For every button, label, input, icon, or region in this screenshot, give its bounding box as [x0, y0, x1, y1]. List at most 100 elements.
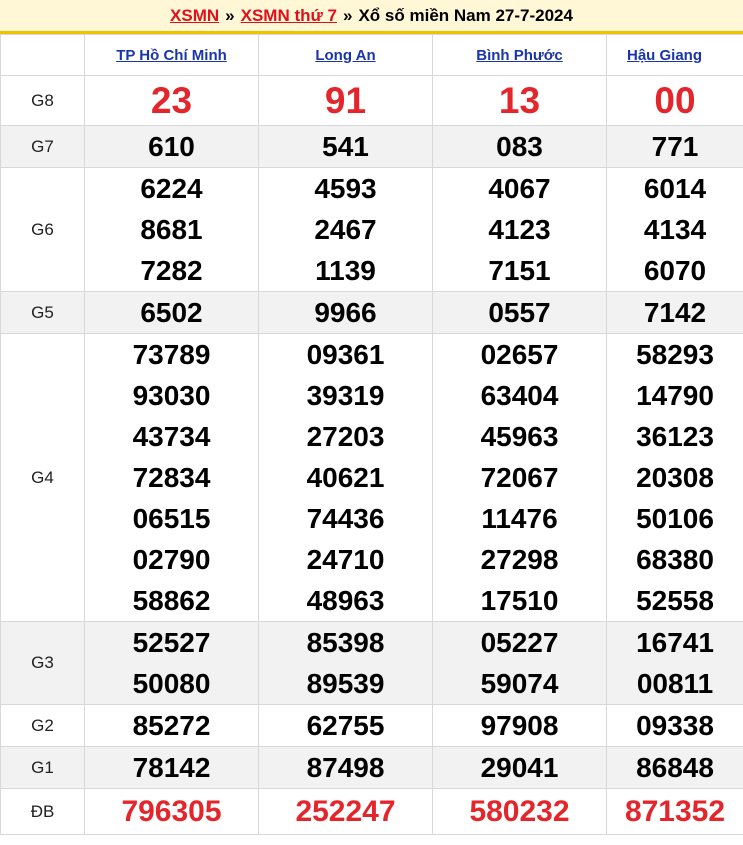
prize-label: G5: [0, 291, 85, 334]
result-number: 2467: [314, 214, 377, 245]
result-number: 68380: [636, 544, 714, 575]
result-number: 27203: [306, 421, 385, 452]
prize-label: G4: [0, 333, 85, 622]
result-number: 8681: [140, 214, 203, 245]
result-number: 36123: [636, 421, 714, 452]
result-number: 62755: [306, 710, 385, 741]
result-number: 14790: [636, 380, 714, 411]
result-cell: 85398 89539: [258, 621, 433, 705]
breadcrumb-separator: »: [225, 5, 235, 25]
prize-label: G7: [0, 125, 85, 168]
result-cell: 09361 39319 27203 40621 74436 24710 48963: [258, 333, 433, 622]
result-cell: 083: [432, 125, 607, 168]
result-number: 27298: [480, 544, 559, 575]
province-link[interactable]: Bình Phước: [476, 47, 563, 64]
prize-row-g1: G1 78142 87498 29041 86848: [0, 746, 743, 789]
result-number: 72834: [132, 462, 211, 493]
result-cell: 252247: [258, 788, 433, 835]
result-number: 0557: [488, 297, 551, 328]
result-number: 97908: [480, 710, 559, 741]
result-cell: 29041: [432, 746, 607, 789]
prize-label: ĐB: [0, 788, 85, 835]
result-number: 541: [322, 131, 369, 162]
xsmn-link[interactable]: XSMN: [170, 6, 219, 26]
result-number: 05227: [480, 627, 559, 658]
result-number: 610: [148, 131, 195, 162]
result-cell: 7142: [606, 291, 743, 334]
page-title: Xổ số miền Nam 27-7-2024: [358, 5, 573, 25]
province-link[interactable]: TP Hồ Chí Minh: [116, 47, 227, 64]
result-cell: 87498: [258, 746, 433, 789]
xsmn-thu7-link[interactable]: XSMN thứ 7: [241, 6, 337, 26]
result-number: 45963: [480, 421, 559, 452]
result-cell: 91: [258, 75, 433, 126]
result-number: 580232: [469, 795, 570, 828]
result-number: 93030: [132, 380, 211, 411]
result-number: 91: [324, 80, 367, 121]
result-cell: 6502: [84, 291, 259, 334]
result-number: 6224: [140, 173, 203, 204]
prize-row-g2: G2 85272 62755 97908 09338: [0, 704, 743, 747]
province-header: Hậu Giang: [606, 34, 743, 76]
prize-row-đb: ĐB 796305 252247 580232 871352: [0, 788, 743, 835]
result-number: 87498: [306, 752, 385, 783]
result-number: 871352: [624, 795, 726, 828]
result-number: 50106: [636, 503, 714, 534]
prize-label: G3: [0, 621, 85, 705]
result-number: 6014: [643, 173, 707, 204]
province-header: Bình Phước: [432, 34, 607, 76]
province-header-row: TP Hồ Chí Minh Long An Bình Phước Hậu Gi…: [0, 34, 743, 76]
result-number: 52527: [132, 627, 211, 658]
result-cell: 73789 93030 43734 72834 06515 02790 58862: [84, 333, 259, 622]
corner-cell: [0, 34, 85, 76]
result-number: 52558: [636, 585, 714, 616]
result-number: 02657: [480, 339, 559, 370]
results-table: TP Hồ Chí Minh Long An Bình Phước Hậu Gi…: [0, 34, 743, 835]
result-number: 17510: [480, 585, 559, 616]
result-cell: 23: [84, 75, 259, 126]
result-number: 4067: [488, 173, 551, 204]
result-number: 06515: [132, 503, 211, 534]
result-cell: 610: [84, 125, 259, 168]
result-number: 78142: [132, 752, 211, 783]
result-number: 7282: [140, 255, 203, 286]
prize-row-g5: G5 6502 9966 0557 7142: [0, 291, 743, 334]
result-number: 85398: [306, 627, 385, 658]
result-number: 43734: [132, 421, 211, 452]
result-number: 4123: [488, 214, 551, 245]
result-number: 7142: [643, 297, 707, 328]
prize-row-g4: G4 73789 93030 43734 72834 06515 02790 58862 093…: [0, 333, 743, 622]
result-number: 20308: [636, 462, 714, 493]
result-cell: 62755: [258, 704, 433, 747]
province-header: TP Hồ Chí Minh: [84, 34, 259, 76]
province-header: Long An: [258, 34, 433, 76]
province-link[interactable]: Hậu Giang: [627, 47, 702, 64]
result-cell: 13: [432, 75, 607, 126]
result-cell: 78142: [84, 746, 259, 789]
result-cell: 85272: [84, 704, 259, 747]
result-number: 4593: [314, 173, 377, 204]
prize-row-g8: G8 23 91 13 00: [0, 75, 743, 126]
result-cell: 05227 59074: [432, 621, 607, 705]
prize-label: G6: [0, 167, 85, 292]
result-cell: 00: [606, 75, 743, 126]
result-cell: 58293 14790 36123 20308 50106 68380 52558: [606, 333, 743, 622]
result-number: 29041: [480, 752, 559, 783]
result-number: 48963: [306, 585, 385, 616]
province-link[interactable]: Long An: [315, 47, 375, 64]
result-number: 4134: [643, 214, 707, 245]
result-number: 72067: [480, 462, 559, 493]
result-number: 86848: [636, 752, 714, 783]
result-cell: 86848: [606, 746, 743, 789]
result-number: 00811: [636, 668, 714, 699]
result-cell: 4593 2467 1139: [258, 167, 433, 292]
breadcrumb-separator: »: [343, 5, 353, 25]
prize-label: G2: [0, 704, 85, 747]
result-number: 00: [654, 80, 696, 121]
result-number: 63404: [480, 380, 559, 411]
result-number: 58293: [636, 339, 714, 370]
result-number: 85272: [132, 710, 211, 741]
result-number: 73789: [132, 339, 211, 370]
prize-label: G1: [0, 746, 85, 789]
result-number: 6070: [643, 255, 707, 286]
